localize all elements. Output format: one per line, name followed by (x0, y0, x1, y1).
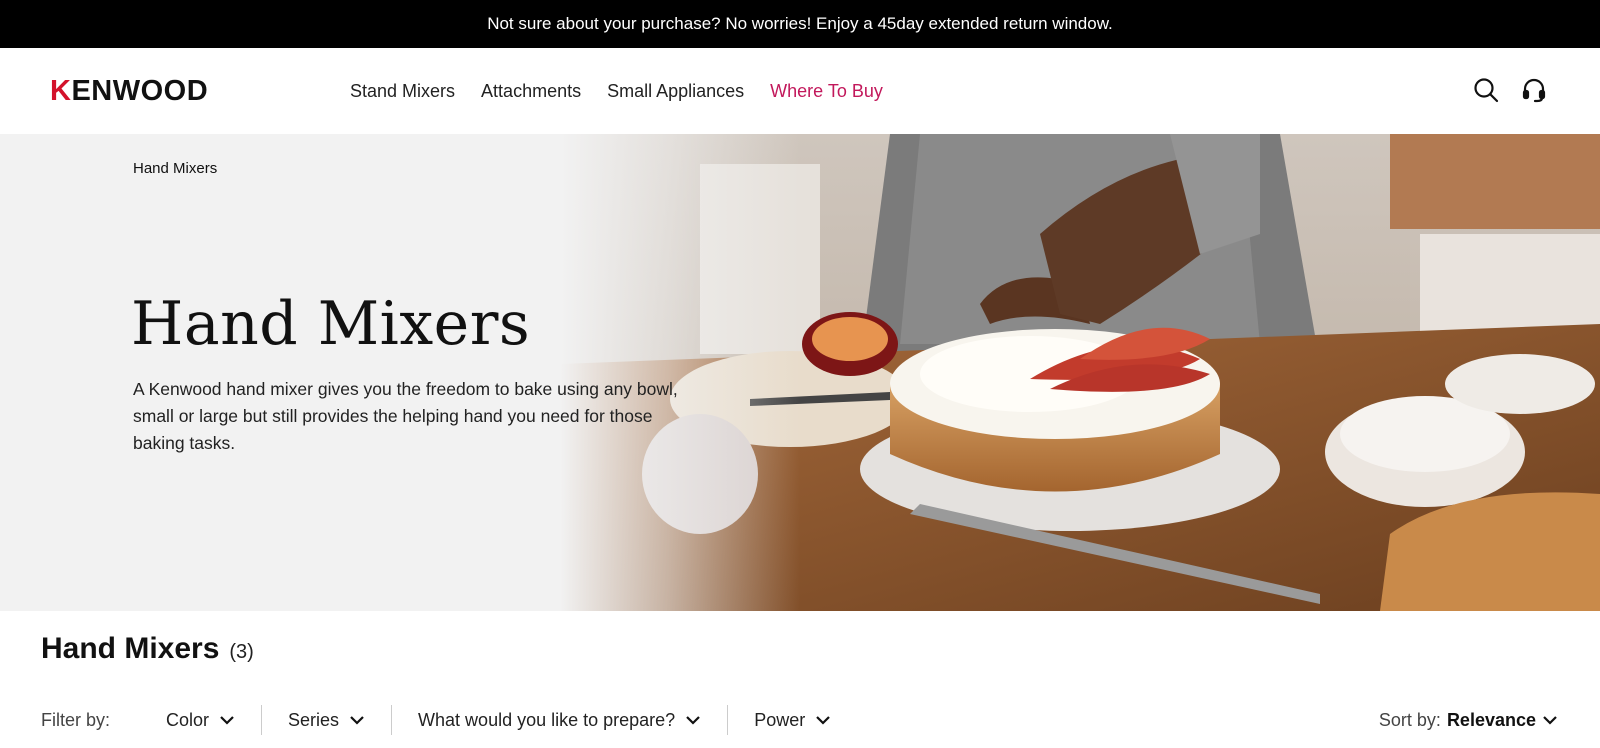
sort-label: Sort by: (1378, 709, 1441, 730)
kenwood-logo[interactable]: KENWOOD (50, 73, 208, 109)
header-actions (1472, 76, 1548, 104)
filter-series[interactable]: Series (261, 705, 391, 735)
nav-where-to-buy[interactable]: Where To Buy (770, 81, 883, 102)
filter-power-label: Power (754, 709, 806, 730)
sort-value: Relevance (1446, 709, 1536, 730)
filter-series-label: Series (288, 709, 340, 730)
search-icon[interactable] (1472, 76, 1500, 104)
nav-stand-mixers[interactable]: Stand Mixers (350, 81, 455, 102)
listing-title: Hand Mixers (41, 632, 220, 665)
hero-banner: Hand Mixers Hand Mixers A Kenwood hand m… (0, 134, 1600, 611)
listing-header: Hand Mixers (3) (41, 632, 254, 666)
product-count: (3) (229, 641, 254, 663)
promo-banner: Not sure about your purchase? No worries… (0, 0, 1600, 48)
filter-power[interactable]: Power (727, 705, 857, 735)
filter-prepare-label: What would you like to prepare? (418, 709, 676, 730)
page-title: Hand Mixers (131, 289, 531, 359)
filter-color-label: Color (166, 709, 210, 730)
logo-rest: ENWOOD (71, 75, 209, 107)
nav-attachments[interactable]: Attachments (481, 81, 581, 102)
chevron-down-icon (220, 716, 234, 725)
chevron-down-icon (816, 716, 831, 725)
filter-bar: Filter by: Color Series What would you l… (0, 700, 1600, 740)
filter-list: Color Series What would you like to prep… (140, 705, 857, 735)
promo-text: Not sure about your purchase? No worries… (487, 14, 1113, 33)
hero-description: A Kenwood hand mixer gives you the freed… (133, 379, 678, 453)
nav-small-appliances[interactable]: Small Appliances (607, 81, 744, 102)
logo-k: K (50, 75, 72, 107)
filter-prepare[interactable]: What would you like to prepare? (391, 705, 727, 735)
sort-dropdown[interactable]: Sort by: Relevance (1379, 710, 1558, 731)
filter-color[interactable]: Color (140, 705, 261, 735)
chevron-down-icon (1543, 716, 1557, 725)
chevron-down-icon (350, 716, 364, 725)
filter-by-label: Filter by: (41, 709, 111, 730)
hero-fade-overlay (560, 134, 800, 611)
breadcrumb[interactable]: Hand Mixers (133, 160, 217, 177)
chevron-down-icon (686, 716, 700, 725)
site-header: KENWOOD Stand Mixers Attachments Small A… (0, 48, 1600, 134)
main-nav: Stand Mixers Attachments Small Appliance… (350, 48, 883, 134)
headset-icon[interactable] (1520, 76, 1548, 104)
